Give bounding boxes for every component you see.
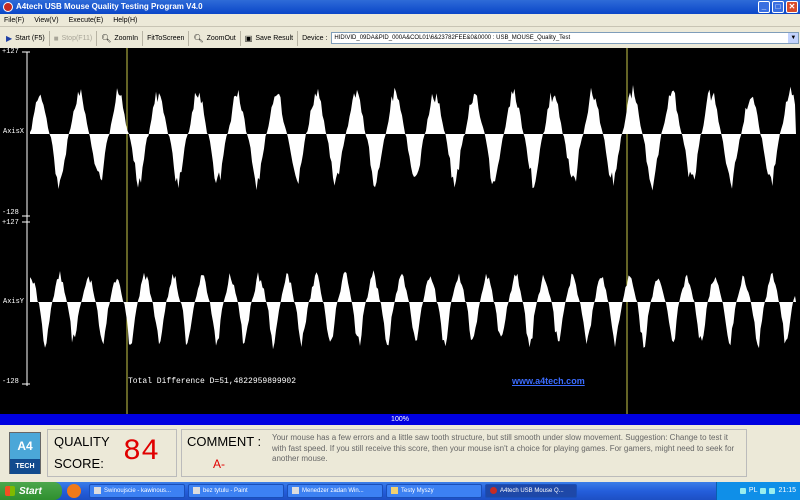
device-value: HID\VID_09DA&PID_000A&COL01\6&23782FEE&0… xyxy=(334,35,571,41)
task-manager-icon xyxy=(292,486,299,494)
grade-value: A- xyxy=(213,457,225,471)
folder-icon xyxy=(391,486,398,494)
waveform-canvas xyxy=(22,48,796,414)
fit-to-screen-button[interactable]: FitToScreen xyxy=(143,30,190,46)
minimize-button[interactable]: _ xyxy=(758,1,770,13)
comment-text: Your mouse has a few errors and a little… xyxy=(272,433,735,463)
taskbar-item-testy-myszy[interactable]: Testy Myszy xyxy=(386,484,482,498)
system-tray: PL 21:15 xyxy=(716,482,800,500)
bottom-axis-label: AxisY xyxy=(3,298,25,306)
window-title: A4tech USB Mouse Quality Testing Program… xyxy=(16,2,203,11)
maximize-button[interactable]: □ xyxy=(772,1,784,13)
logo-wordmark: TECH xyxy=(10,459,40,474)
toolbar: ▶ Start (F5) ■ Stop(F11) 🔍︎ ZoomIn FitTo… xyxy=(0,29,800,47)
clock: 21:15 xyxy=(778,487,796,494)
waveform-plot: +127 AxisX -128 +127 AxisY -128 Total Di… xyxy=(0,48,800,414)
zoom-out-button[interactable]: 🔍︎ ZoomOut xyxy=(189,30,241,46)
top-min-label: -128 xyxy=(2,209,19,217)
language-indicator[interactable]: PL xyxy=(749,482,758,500)
menu-view[interactable]: View(V) xyxy=(34,17,58,24)
taskbar-item-a4tech[interactable]: A4tech USB Mouse Q... xyxy=(485,484,577,498)
magnifier-icon: 🔍︎ xyxy=(193,33,204,43)
logo-mark: A4 xyxy=(10,433,40,459)
security-icon[interactable] xyxy=(769,488,776,494)
volume-icon[interactable] xyxy=(760,488,767,494)
bottom-max-label: +127 xyxy=(2,219,19,227)
stop-button[interactable]: ■ Stop(F11) xyxy=(50,30,98,46)
device-select[interactable]: HID\VID_09DA&PID_000A&COL01\6&23782FEE&0… xyxy=(331,32,800,44)
top-axis-label: AxisX xyxy=(3,128,25,136)
title-bar: A4tech USB Mouse Quality Testing Program… xyxy=(0,0,800,14)
windows-logo-icon xyxy=(5,486,15,496)
zoom-in-button[interactable]: 🔍︎ ZoomIn xyxy=(97,30,144,46)
quality-panel: QUALITY SCORE: 84 xyxy=(47,429,177,477)
result-panel: A4 TECH QUALITY SCORE: 84 COMMENT : A- Y… xyxy=(0,425,800,480)
menu-help[interactable]: Help(H) xyxy=(113,17,137,24)
paint-icon xyxy=(193,486,200,494)
axis-x-waveform xyxy=(30,85,796,191)
score-label: SCORE: xyxy=(54,456,104,471)
start-button-taskbar[interactable]: Start xyxy=(0,482,62,500)
website-link[interactable]: www.a4tech.com xyxy=(512,376,585,386)
network-icon[interactable] xyxy=(739,488,746,494)
taskbar-item-task-manager[interactable]: Menedzer zadan Win... xyxy=(287,484,383,498)
window-icon xyxy=(94,486,101,494)
taskbar: Start Swinoujscie - kawinous... bez tytu… xyxy=(0,482,800,500)
menu-file[interactable]: File(F) xyxy=(4,17,24,24)
quality-label: QUALITY xyxy=(54,434,110,449)
menu-bar: File(F) View(V) Execute(E) Help(H) xyxy=(0,14,800,27)
progress-text: 100% xyxy=(391,416,409,423)
comment-label: COMMENT : xyxy=(187,434,262,449)
play-icon: ▶ xyxy=(6,33,13,43)
taskbar-item-paint[interactable]: bez tytulu - Paint xyxy=(188,484,284,498)
bottom-min-label: -128 xyxy=(2,378,19,386)
a4tech-logo: A4 TECH xyxy=(9,432,41,474)
axis-y-waveform xyxy=(30,270,796,350)
progress-bar: 100% xyxy=(0,414,800,425)
top-max-label: +127 xyxy=(2,48,19,56)
magnifier-icon: 🔍︎ xyxy=(101,33,112,43)
total-difference: Total Difference D=51,4822959899902 xyxy=(128,377,297,386)
chevron-down-icon[interactable]: ▼ xyxy=(788,33,799,43)
app-icon xyxy=(3,2,13,12)
device-label: Device : xyxy=(302,34,328,42)
floppy-icon: ▣ xyxy=(244,33,253,43)
firefox-quicklaunch-icon[interactable] xyxy=(67,484,81,498)
taskbar-item-swinoujscie[interactable]: Swinoujscie - kawinous... xyxy=(89,484,185,498)
app-icon xyxy=(490,486,497,494)
close-button[interactable]: ✕ xyxy=(786,1,798,13)
comment-panel: COMMENT : A- Your mouse has a few errors… xyxy=(181,429,747,477)
save-result-button[interactable]: ▣ Save Result xyxy=(241,30,299,46)
quality-score: 84 xyxy=(123,435,160,469)
stop-icon: ■ xyxy=(53,33,59,43)
menu-execute[interactable]: Execute(E) xyxy=(69,17,104,24)
start-button[interactable]: ▶ Start (F5) xyxy=(2,30,50,46)
